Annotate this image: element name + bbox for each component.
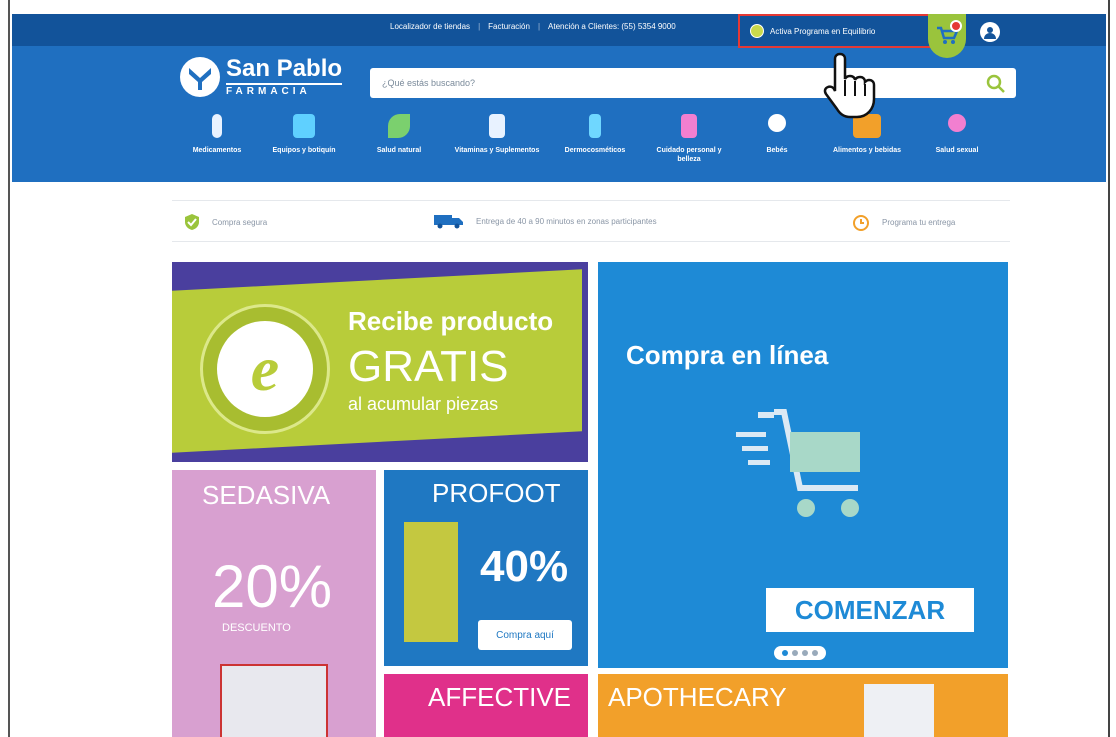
banner-discount: 20% [212,553,333,620]
tube-icon [589,114,601,138]
category-label: Salud natural [376,147,422,154]
banner-title: Compra en línea [626,340,829,370]
category-label: Cuidado personal y belleza [656,147,722,164]
category-alimentos[interactable]: Alimentos y bebidas [822,114,912,155]
account-button[interactable] [980,22,1000,42]
category-label: Medicamentos [192,147,242,154]
logo-text: San Pablo FARMACIA [226,55,343,97]
top-links: Localizador de tiendas | Facturación | A… [390,22,676,31]
feature-secure: Compra segura [184,213,267,231]
cart-count-badge [950,20,962,32]
banner-line-1: Recibe producto [348,306,554,336]
carousel-dots[interactable] [774,646,826,660]
category-label: Salud sexual [935,147,979,154]
banner-brand: AFFECTIVE [428,682,572,712]
buy-here-button[interactable]: Compra aquí [478,620,572,650]
logo-name: San Pablo [226,55,343,82]
equilibrio-badge: e [200,304,330,434]
gender-icon [948,114,966,132]
badge-letter: e [217,321,313,417]
site-header: Localizador de tiendas | Facturación | A… [12,14,1106,182]
separator: | [478,22,481,31]
leaf-icon [388,114,410,138]
banner-free-product[interactable]: e Recibe producto GRATIS al acumular pie… [172,262,588,462]
customer-service-link[interactable]: Atención a Clientes: (55) 5354 9000 [548,22,676,31]
timer-icon [853,215,869,231]
feature-label: Programa tu entrega [882,217,956,227]
truck-icon [434,215,463,229]
carousel-dot[interactable] [782,650,788,656]
category-equipos[interactable]: Equipos y botiquín [259,114,349,155]
feature-delivery: Entrega de 40 a 90 minutos en zonas part… [434,213,657,229]
banner-affective[interactable]: AFFECTIVE [384,674,588,737]
baby-icon [768,114,786,132]
category-label: Alimentos y bebidas [832,147,902,154]
banner-discount-label: DESCUENTO [222,622,291,634]
logo-subtitle: FARMACIA [226,83,343,97]
search-input[interactable]: ¿Qué estás buscando? [370,68,1016,98]
invoicing-link[interactable]: Facturación [488,22,530,31]
carousel-dot[interactable] [812,650,818,656]
shopping-cart-icon [736,409,860,517]
category-vitaminas[interactable]: Vitaminas y Suplementos [452,114,542,155]
product-image [404,522,458,642]
category-salud-natural[interactable]: Salud natural [354,114,444,155]
window-left-border [0,0,10,737]
banner-sedasiva[interactable]: SEDASIVA 20% DESCUENTO [172,470,376,737]
separator: | [537,22,541,31]
category-bebes[interactable]: Bebés [732,114,822,155]
category-nav: Medicamentos Equipos y botiquín Salud na… [172,114,1002,178]
vitamins-icon [489,114,505,138]
hand-pointer-icon [823,52,876,119]
start-button[interactable]: COMENZAR [766,588,974,632]
banner-discount: 40% [480,542,569,591]
activate-program-label: Activa Programa en Equilibrio [770,26,876,36]
carousel-dot[interactable] [802,650,808,656]
bottle-icon [681,114,697,138]
banner-brand: APOTHECARY [608,682,787,712]
banner-profoot[interactable]: PROFOOT 40% Compra aquí [384,470,588,666]
category-label: Bebés [766,147,788,154]
category-label: Dermocosméticos [564,147,626,154]
feature-label: Compra segura [212,217,268,227]
banner-line-2: GRATIS [348,342,509,391]
user-icon [984,27,996,39]
category-label: Equipos y botiquín [272,147,336,154]
window-top-border [0,0,1116,14]
shield-check-icon [185,214,199,230]
banner-brand: PROFOOT [432,478,561,508]
category-label: Vitaminas y Suplementos [454,147,540,154]
program-icon [750,24,764,38]
banner-online-shopping[interactable]: Compra en línea COMENZAR [598,262,1008,668]
store-locator-link[interactable]: Localizador de tiendas [390,22,470,31]
pill-icon [212,114,222,138]
feature-strip: Compra segura Entrega de 40 a 90 minutos… [172,200,1010,242]
activate-program-link[interactable]: Activa Programa en Equilibrio [738,14,932,48]
window-right-border [1108,0,1116,737]
brand-logo[interactable]: San Pablo FARMACIA [180,54,352,100]
product-image [220,664,328,737]
category-salud-sexual[interactable]: Salud sexual [912,114,1002,155]
carousel-dot[interactable] [792,650,798,656]
search-icon[interactable] [986,74,1006,94]
banner-apothecary[interactable]: APOTHECARY [598,674,1008,737]
category-dermocosmeticos[interactable]: Dermocosméticos [550,114,640,155]
banner-line-3: al acumular piezas [348,394,499,414]
cart-button[interactable] [928,14,966,58]
product-image [864,684,934,737]
category-medicamentos[interactable]: Medicamentos [172,114,262,155]
search-placeholder: ¿Qué estás buscando? [382,78,476,88]
first-aid-icon [293,114,315,138]
category-cuidado-personal[interactable]: Cuidado personal y belleza [644,114,734,164]
feature-schedule: Programa tu entrega [852,213,955,231]
banner-brand: SEDASIVA [202,480,331,510]
feature-label: Entrega de 40 a 90 minutos en zonas part… [476,216,657,226]
logo-mark-icon [180,57,220,97]
